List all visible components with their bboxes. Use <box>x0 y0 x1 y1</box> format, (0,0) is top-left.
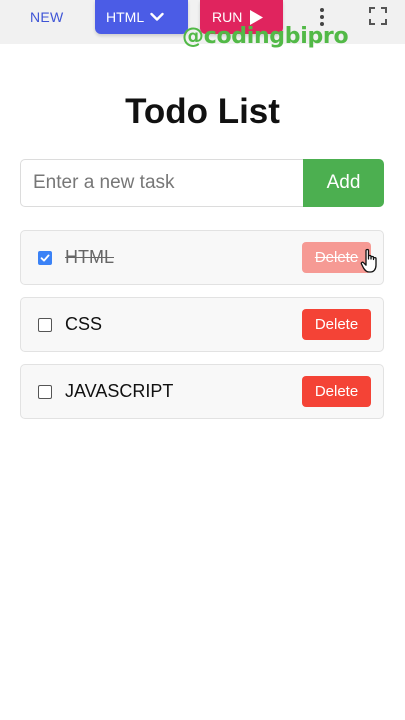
html-language-dropdown[interactable]: HTML <box>95 0 188 34</box>
page-title: Todo List <box>125 92 280 131</box>
run-button-label: RUN <box>212 9 243 25</box>
task-item: JAVASCRIPT Delete <box>20 364 384 419</box>
new-button[interactable]: NEW <box>30 9 64 25</box>
watermark-handle: @codingbipro <box>182 24 349 49</box>
hand-pointer-cursor-icon <box>360 248 377 273</box>
checkmark-icon <box>40 254 50 261</box>
task-text: HTML <box>65 247 114 267</box>
task-text: JAVASCRIPT <box>65 381 174 401</box>
task-item: CSS Delete <box>20 297 384 352</box>
task-checkbox[interactable] <box>38 384 52 399</box>
delete-task-button[interactable]: Delete <box>302 309 371 340</box>
html-dropdown-label: HTML <box>106 9 145 25</box>
play-icon <box>250 9 264 25</box>
chevron-down-icon <box>150 12 164 21</box>
delete-task-button[interactable]: Delete <box>302 376 371 407</box>
task-text: CSS <box>65 314 103 334</box>
fullscreen-icon[interactable] <box>369 7 387 25</box>
task-list: HTML Delete CSS Delete JAVASCRIPT Delete <box>20 230 384 431</box>
task-checkbox[interactable] <box>38 317 52 332</box>
task-checkbox[interactable] <box>38 250 52 265</box>
new-task-form: Add <box>20 159 384 207</box>
add-task-button[interactable]: Add <box>303 159 384 207</box>
new-task-input[interactable] <box>20 159 303 207</box>
task-item: HTML Delete <box>20 230 384 285</box>
